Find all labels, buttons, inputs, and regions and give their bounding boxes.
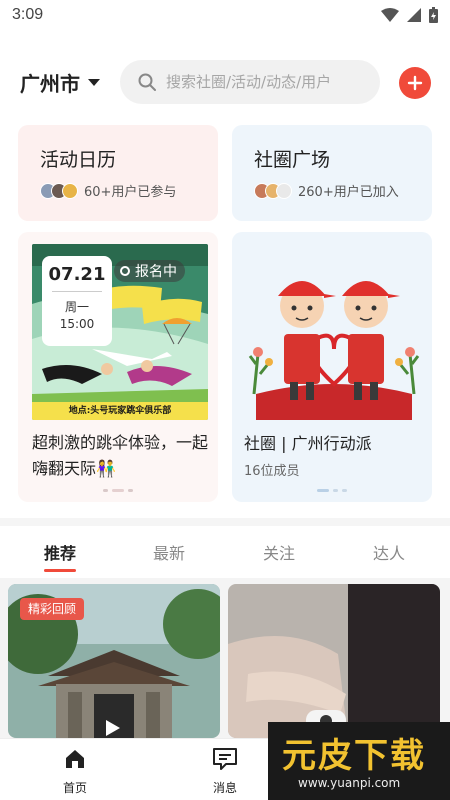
group-square-members: 260+用户已加入 bbox=[254, 181, 399, 200]
nav-messages-label: 消息 bbox=[212, 781, 237, 795]
activity-caption: 超刺激的跳伞体验，一起嗨翻天际👫 bbox=[32, 433, 209, 478]
carousel-dot bbox=[342, 489, 347, 492]
feed-card[interactable] bbox=[228, 584, 440, 738]
avatar bbox=[62, 182, 78, 199]
registration-status: 报名中 bbox=[135, 264, 177, 280]
message-icon bbox=[213, 748, 237, 770]
plus-icon bbox=[407, 75, 423, 91]
carousel-dot-active bbox=[317, 489, 329, 492]
activity-location-banner: 地点:头号玩家跳伞俱乐部 bbox=[32, 402, 208, 420]
participant-avatars bbox=[40, 182, 78, 199]
tab-experts[interactable]: 达人 bbox=[373, 540, 405, 564]
activity-calendar-card[interactable]: 活动日历 60+用户已参与 bbox=[18, 125, 218, 221]
nav-home[interactable]: 首页 bbox=[45, 747, 105, 796]
registration-status-badge: 报名中 bbox=[114, 260, 185, 282]
active-tab-indicator bbox=[44, 569, 76, 572]
carousel-dot bbox=[103, 489, 108, 492]
caret-down-icon bbox=[88, 78, 100, 86]
feed: 精彩回顾 bbox=[0, 578, 450, 738]
watermark-url: www.yuanpi.com bbox=[298, 776, 401, 790]
search-input[interactable] bbox=[166, 73, 366, 91]
header: 广州市 bbox=[0, 58, 450, 108]
status-icons bbox=[381, 7, 438, 23]
group-image bbox=[246, 244, 422, 420]
watermark-logo: 元皮下载 bbox=[282, 736, 426, 776]
battery-icon bbox=[429, 7, 438, 23]
nav-home-label: 首页 bbox=[62, 781, 87, 795]
city-label: 广州市 bbox=[20, 72, 80, 96]
wifi-icon bbox=[381, 8, 399, 22]
feed-tabs: 推荐 最新 关注 达人 bbox=[0, 518, 450, 574]
member-count: 260+用户已加入 bbox=[298, 185, 399, 200]
date-divider bbox=[52, 291, 102, 292]
nav-messages[interactable]: 消息 bbox=[195, 747, 255, 796]
search-icon bbox=[138, 73, 156, 91]
tab-following[interactable]: 关注 bbox=[263, 540, 295, 564]
activity-time: 15:00 bbox=[59, 317, 95, 331]
group-member-count: 16位成员 bbox=[244, 464, 300, 479]
carousel-dot-active bbox=[112, 489, 124, 492]
activity-calendar-title: 活动日历 bbox=[40, 149, 117, 171]
activity-calendar-participants: 60+用户已参与 bbox=[40, 181, 176, 200]
avatar bbox=[276, 182, 292, 199]
carousel-dots bbox=[232, 489, 432, 492]
status-bar: 3:09 bbox=[0, 0, 450, 32]
carousel-dot bbox=[128, 489, 133, 492]
activity-weekday: 周一 bbox=[64, 300, 89, 314]
tab-recommend[interactable]: 推荐 bbox=[44, 540, 76, 564]
date-badge: 07.21 周一 15:00 bbox=[42, 256, 112, 346]
participant-count: 60+用户已参与 bbox=[84, 185, 177, 200]
status-dot-icon bbox=[120, 266, 130, 276]
group-title: 社圈 | 广州行动派 bbox=[244, 434, 372, 453]
carousel-dots bbox=[18, 489, 218, 492]
city-selector[interactable]: 广州市 bbox=[20, 68, 100, 97]
group-square-title: 社圈广场 bbox=[254, 149, 331, 171]
highlight-tag: 精彩回顾 bbox=[20, 598, 85, 620]
member-avatars bbox=[254, 182, 292, 199]
group-promo-card[interactable]: 社圈 | 广州行动派 16位成员 bbox=[232, 232, 432, 502]
add-button[interactable] bbox=[399, 67, 431, 99]
carousel-dot bbox=[333, 489, 338, 492]
home-icon bbox=[66, 750, 84, 768]
activity-image: 07.21 周一 15:00 报名中 地点:头号玩家跳伞俱乐部 bbox=[32, 244, 208, 420]
volunteers-illustration bbox=[246, 244, 422, 420]
search-bar[interactable] bbox=[120, 60, 380, 104]
watermark: 元皮下载 www.yuanpi.com bbox=[268, 722, 450, 800]
person-photo bbox=[228, 584, 440, 738]
status-time: 3:09 bbox=[12, 6, 44, 23]
feed-card[interactable]: 精彩回顾 bbox=[8, 584, 220, 738]
tab-latest[interactable]: 最新 bbox=[153, 540, 185, 564]
signal-icon bbox=[407, 8, 421, 22]
activity-date: 07.21 bbox=[48, 264, 106, 285]
group-square-card[interactable]: 社圈广场 260+用户已加入 bbox=[232, 125, 432, 221]
activity-promo-card[interactable]: 07.21 周一 15:00 报名中 地点:头号玩家跳伞俱乐部 超刺激的跳伞体验… bbox=[18, 232, 218, 502]
